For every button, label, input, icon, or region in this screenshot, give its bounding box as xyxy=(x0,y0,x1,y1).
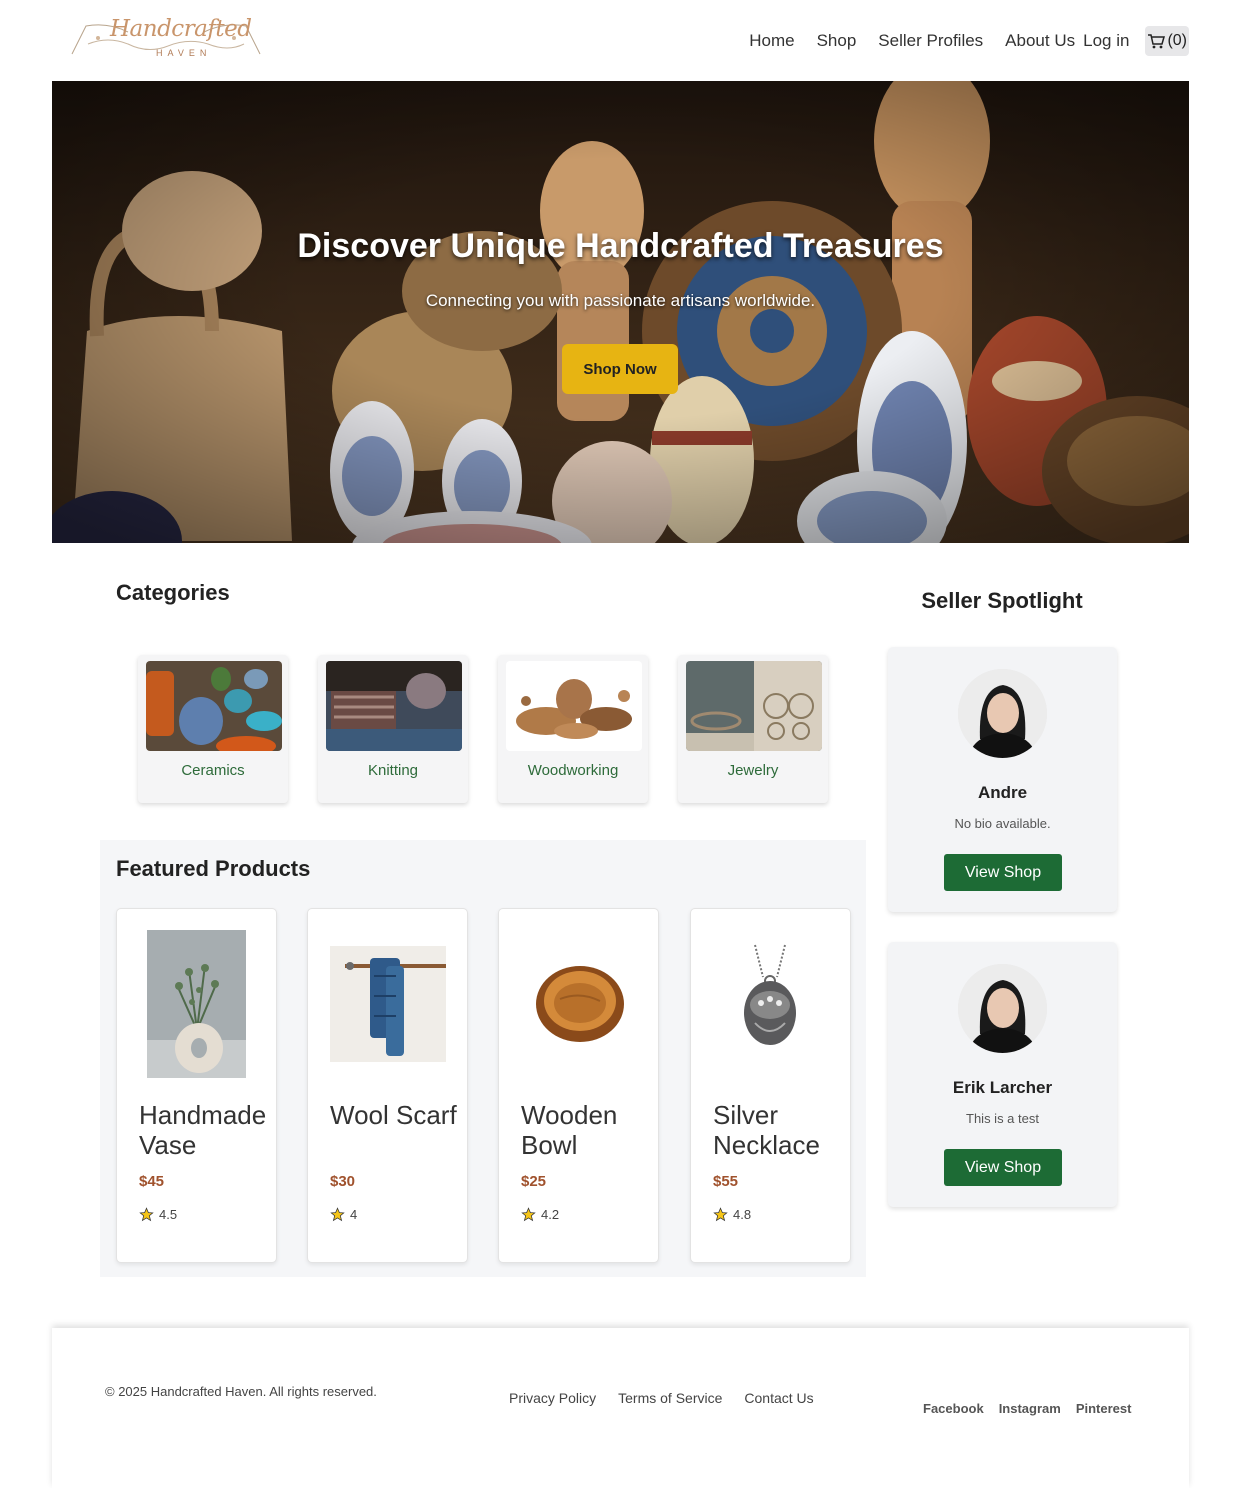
pinterest-link[interactable]: Pinterest xyxy=(1076,1401,1132,1416)
product-rating: 4.8 xyxy=(713,1207,751,1222)
category-label: Woodworking xyxy=(527,762,619,779)
star-icon xyxy=(713,1207,728,1222)
logo-subtext: HAVEN xyxy=(156,48,212,58)
seller-bio: This is a test xyxy=(966,1111,1039,1126)
cart-count: (0) xyxy=(1167,32,1187,49)
rating-value: 4 xyxy=(350,1207,358,1222)
seller-card-erik-larcher: Erik Larcher This is a test View Shop xyxy=(888,942,1117,1207)
hero-title: Discover Unique Handcrafted Treasures xyxy=(297,227,944,265)
site-logo[interactable]: Handcrafted HAVEN xyxy=(68,14,264,64)
product-image-bowl xyxy=(535,963,625,1045)
avatar xyxy=(958,669,1047,758)
category-image-woodworking xyxy=(506,661,642,751)
page: Handcrafted HAVEN Home Shop Seller Profi… xyxy=(52,0,1189,1488)
site-footer: © 2025 Handcrafted Haven. All rights res… xyxy=(52,1328,1189,1488)
view-shop-button[interactable]: View Shop xyxy=(944,1149,1062,1186)
category-image-knitting xyxy=(326,661,462,751)
seller-spotlight-heading: Seller Spotlight xyxy=(921,588,1083,613)
nav-seller-profiles[interactable]: Seller Profiles xyxy=(878,31,983,51)
star-icon xyxy=(139,1207,154,1222)
nav-shop[interactable]: Shop xyxy=(817,31,857,51)
featured-products-heading: Featured Products xyxy=(116,856,311,881)
hero-banner: Discover Unique Handcrafted Treasures Co… xyxy=(52,81,1189,543)
copyright-text: © 2025 Handcrafted Haven. All rights res… xyxy=(105,1384,377,1399)
product-name: Handmade Vase xyxy=(139,1100,267,1160)
footer-links: Privacy Policy Terms of Service Contact … xyxy=(509,1390,836,1406)
star-icon xyxy=(521,1207,536,1222)
product-price: $45 xyxy=(139,1173,165,1190)
terms-of-service-link[interactable]: Terms of Service xyxy=(618,1390,722,1406)
hero-crafts-image xyxy=(52,81,1189,543)
category-image-ceramics xyxy=(146,661,282,751)
contact-us-link[interactable]: Contact Us xyxy=(744,1390,813,1406)
rating-value: 4.2 xyxy=(541,1207,560,1222)
logo-text: Handcrafted xyxy=(110,16,252,42)
cart-icon xyxy=(1148,34,1166,49)
product-rating: 4 xyxy=(330,1207,357,1222)
view-shop-button[interactable]: View Shop xyxy=(944,854,1062,891)
product-card-wooden-bowl[interactable]: Wooden Bowl $25 4.2 xyxy=(498,908,659,1263)
product-name: Wooden Bowl xyxy=(521,1100,618,1160)
category-card-woodworking[interactable]: Woodworking xyxy=(498,655,648,803)
nav-about-us[interactable]: About Us xyxy=(1005,31,1075,51)
category-label: Jewelry xyxy=(727,762,779,779)
main-nav: Home Shop Seller Profiles About Us Log i… xyxy=(749,26,1189,56)
rating-value: 4.8 xyxy=(733,1207,752,1222)
instagram-link[interactable]: Instagram xyxy=(999,1401,1061,1416)
seller-card-andre: Andre No bio available. View Shop xyxy=(888,647,1117,912)
product-name: Wool Scarf xyxy=(330,1100,457,1130)
product-rating: 4.5 xyxy=(139,1207,177,1222)
site-header: Handcrafted HAVEN Home Shop Seller Profi… xyxy=(52,0,1189,81)
product-card-wool-scarf[interactable]: Wool Scarf $30 4 xyxy=(307,908,468,1263)
categories-heading: Categories xyxy=(116,580,230,605)
shop-now-button[interactable]: Shop Now xyxy=(562,344,678,394)
category-card-jewelry[interactable]: Jewelry xyxy=(678,655,828,803)
category-card-knitting[interactable]: Knitting xyxy=(318,655,468,803)
social-links: Facebook Instagram Pinterest xyxy=(923,1401,1146,1416)
category-card-ceramics[interactable]: Ceramics xyxy=(138,655,288,803)
cart-button[interactable]: (0) xyxy=(1145,26,1189,56)
nav-home[interactable]: Home xyxy=(749,31,794,51)
category-label: Ceramics xyxy=(181,762,245,779)
seller-bio: No bio available. xyxy=(954,816,1051,831)
product-image-necklace xyxy=(741,943,799,1051)
login-link[interactable]: Log in xyxy=(1083,31,1129,51)
privacy-policy-link[interactable]: Privacy Policy xyxy=(509,1390,596,1406)
hero-subtitle: Connecting you with passionate artisans … xyxy=(425,291,816,310)
seller-name: Erik Larcher xyxy=(952,1078,1053,1097)
product-image-vase xyxy=(147,930,246,1078)
product-card-handmade-vase[interactable]: Handmade Vase $45 4.5 xyxy=(116,908,277,1263)
product-price: $30 xyxy=(330,1173,356,1190)
category-image-jewelry xyxy=(686,661,822,751)
product-price: $55 xyxy=(713,1173,739,1190)
category-label: Knitting xyxy=(367,762,419,779)
star-icon xyxy=(330,1207,345,1222)
product-rating: 4.2 xyxy=(521,1207,559,1222)
facebook-link[interactable]: Facebook xyxy=(923,1401,984,1416)
seller-name: Andre xyxy=(977,783,1028,802)
product-image-scarf xyxy=(330,946,446,1062)
product-card-silver-necklace[interactable]: Silver Necklace $55 4.8 xyxy=(690,908,851,1263)
product-price: $25 xyxy=(521,1173,547,1190)
rating-value: 4.5 xyxy=(159,1207,178,1222)
product-name: Silver Necklace xyxy=(713,1100,820,1160)
avatar xyxy=(958,964,1047,1053)
